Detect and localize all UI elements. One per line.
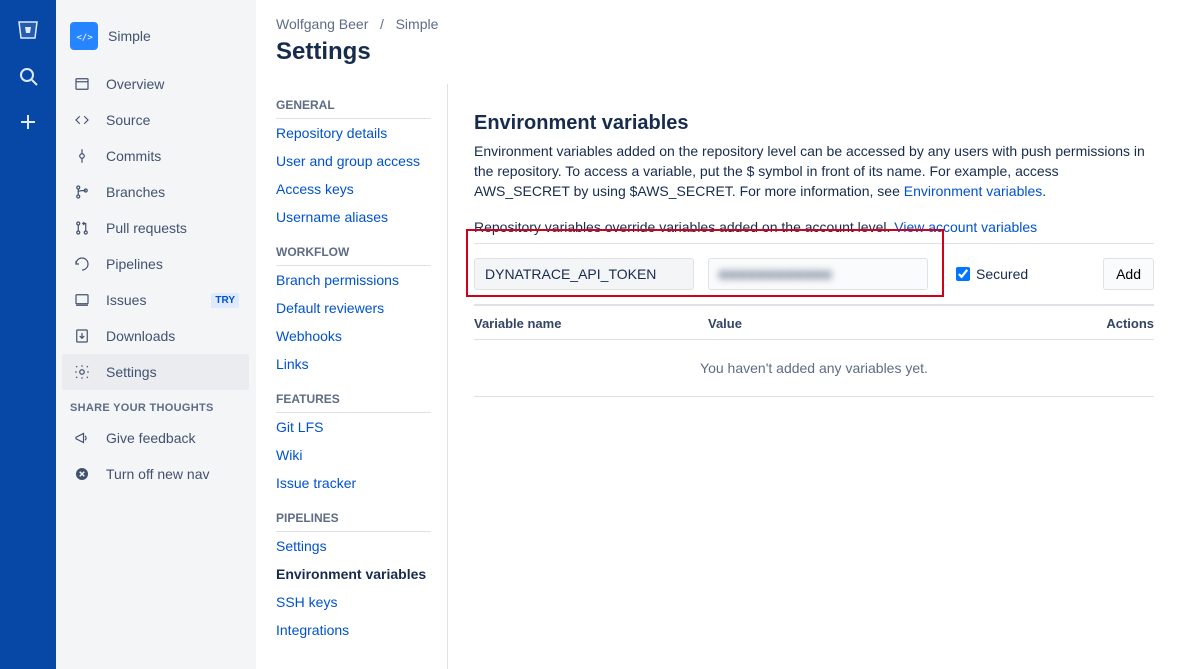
variable-value-masked: ■■■■■■■■■■■■ [719, 266, 832, 282]
sidebar-item-settings[interactable]: Settings [62, 354, 249, 390]
sidebar-item-source[interactable]: Source [62, 102, 249, 138]
page-title: Settings [276, 38, 1170, 66]
add-button[interactable]: Add [1103, 258, 1154, 290]
sidebar-item-pipelines[interactable]: Pipelines [62, 246, 249, 282]
settings-link-gitlfs[interactable]: Git LFS [276, 413, 431, 441]
overview-icon [72, 74, 92, 94]
sidebar-item-feedback[interactable]: Give feedback [62, 420, 249, 456]
secured-checkbox-wrapper[interactable]: Secured [956, 266, 1028, 282]
sidebar-item-label: Branches [106, 184, 239, 200]
sidebar-item-commits[interactable]: Commits [62, 138, 249, 174]
settings-link-sshkeys[interactable]: SSH keys [276, 588, 431, 616]
section-header-features: FEATURES [276, 382, 431, 413]
sidebar-item-branches[interactable]: Branches [62, 174, 249, 210]
svg-text:</>: </> [77, 33, 94, 43]
project-header: </> Simple [56, 22, 255, 66]
search-icon[interactable] [16, 64, 40, 88]
secured-label: Secured [976, 266, 1028, 282]
sidebar-item-label: Source [106, 112, 239, 128]
env-override-text: Repository variables override variables … [474, 219, 894, 235]
sidebar-item-overview[interactable]: Overview [62, 66, 249, 102]
sidebar-item-downloads[interactable]: Downloads [62, 318, 249, 354]
project-avatar-icon: </> [70, 22, 98, 50]
sidebar-item-label: Pipelines [106, 256, 239, 272]
col-variable-name: Variable name [474, 316, 708, 331]
settings-link-repodetails[interactable]: Repository details [276, 119, 431, 147]
breadcrumb-sep: / [380, 16, 384, 32]
settings-link-pipelinesettings[interactable]: Settings [276, 532, 431, 560]
downloads-icon [72, 326, 92, 346]
settings-link-aliases[interactable]: Username aliases [276, 203, 431, 231]
global-nav-rail [0, 0, 56, 669]
col-value: Value [708, 316, 1074, 331]
env-override: Repository variables override variables … [474, 219, 1154, 235]
settings-link-usergroup[interactable]: User and group access [276, 147, 431, 175]
view-account-variables-link[interactable]: View account variables [894, 219, 1037, 235]
pullrequest-icon [72, 218, 92, 238]
settings-link-branchperms[interactable]: Branch permissions [276, 266, 431, 294]
sidebar-item-label: Settings [106, 364, 239, 380]
section-header-pipelines: PIPELINES [276, 501, 431, 532]
sidebar-item-label: Pull requests [106, 220, 239, 236]
plus-icon[interactable] [16, 110, 40, 134]
variable-value-input[interactable]: ■■■■■■■■■■■■ [708, 258, 928, 290]
sidebar-item-issues[interactable]: Issues TRY [62, 282, 249, 318]
env-description: Environment variables added on the repos… [474, 141, 1154, 201]
settings-link-integrations[interactable]: Integrations [276, 616, 431, 644]
branches-icon [72, 182, 92, 202]
repo-sidebar: </> Simple Overview Source Commits Branc… [56, 0, 256, 669]
megaphone-icon [72, 428, 92, 448]
env-desc-suffix: . [1042, 183, 1046, 199]
breadcrumb-repo[interactable]: Simple [396, 16, 439, 32]
issues-icon [72, 290, 92, 310]
main-content: Environment variables Environment variab… [447, 84, 1190, 669]
env-title: Environment variables [474, 112, 1154, 135]
settings-link-defaultreviewers[interactable]: Default reviewers [276, 294, 431, 322]
settings-nav: GENERAL Repository details User and grou… [256, 84, 441, 669]
close-circle-icon [72, 464, 92, 484]
settings-link-issuetracker[interactable]: Issue tracker [276, 469, 431, 497]
source-icon [72, 110, 92, 130]
sidebar-item-label: Overview [106, 76, 239, 92]
breadcrumb-owner[interactable]: Wolfgang Beer [276, 16, 368, 32]
bitbucket-logo-icon[interactable] [16, 18, 40, 42]
sidebar-item-label: Give feedback [106, 430, 239, 446]
breadcrumb: Wolfgang Beer / Simple [276, 16, 1170, 32]
sidebar-item-label: Turn off new nav [106, 466, 239, 482]
env-desc-link[interactable]: Environment variables [904, 183, 1043, 199]
try-badge: TRY [211, 293, 239, 308]
settings-link-accesskeys[interactable]: Access keys [276, 175, 431, 203]
share-thoughts-header: SHARE YOUR THOUGHTS [56, 390, 255, 420]
commits-icon [72, 146, 92, 166]
sidebar-item-label: Downloads [106, 328, 239, 344]
variable-name-input[interactable] [474, 258, 694, 290]
empty-state: You haven't added any variables yet. [474, 340, 1154, 397]
settings-link-webhooks[interactable]: Webhooks [276, 322, 431, 350]
section-header-workflow: WORKFLOW [276, 235, 431, 266]
pipelines-icon [72, 254, 92, 274]
sidebar-item-pullrequests[interactable]: Pull requests [62, 210, 249, 246]
secured-checkbox[interactable] [956, 267, 970, 281]
project-name: Simple [108, 28, 151, 44]
settings-link-wiki[interactable]: Wiki [276, 441, 431, 469]
gear-icon [72, 362, 92, 382]
sidebar-item-turnoff[interactable]: Turn off new nav [62, 456, 249, 492]
settings-link-links[interactable]: Links [276, 350, 431, 378]
add-variable-row: ■■■■■■■■■■■■ Secured Add [474, 243, 1154, 306]
variables-table-header: Variable name Value Actions [474, 306, 1154, 340]
sidebar-item-label: Commits [106, 148, 239, 164]
sidebar-item-label: Issues [106, 292, 197, 308]
col-actions: Actions [1074, 316, 1154, 331]
settings-link-envvars[interactable]: Environment variables [276, 560, 431, 588]
section-header-general: GENERAL [276, 88, 431, 119]
